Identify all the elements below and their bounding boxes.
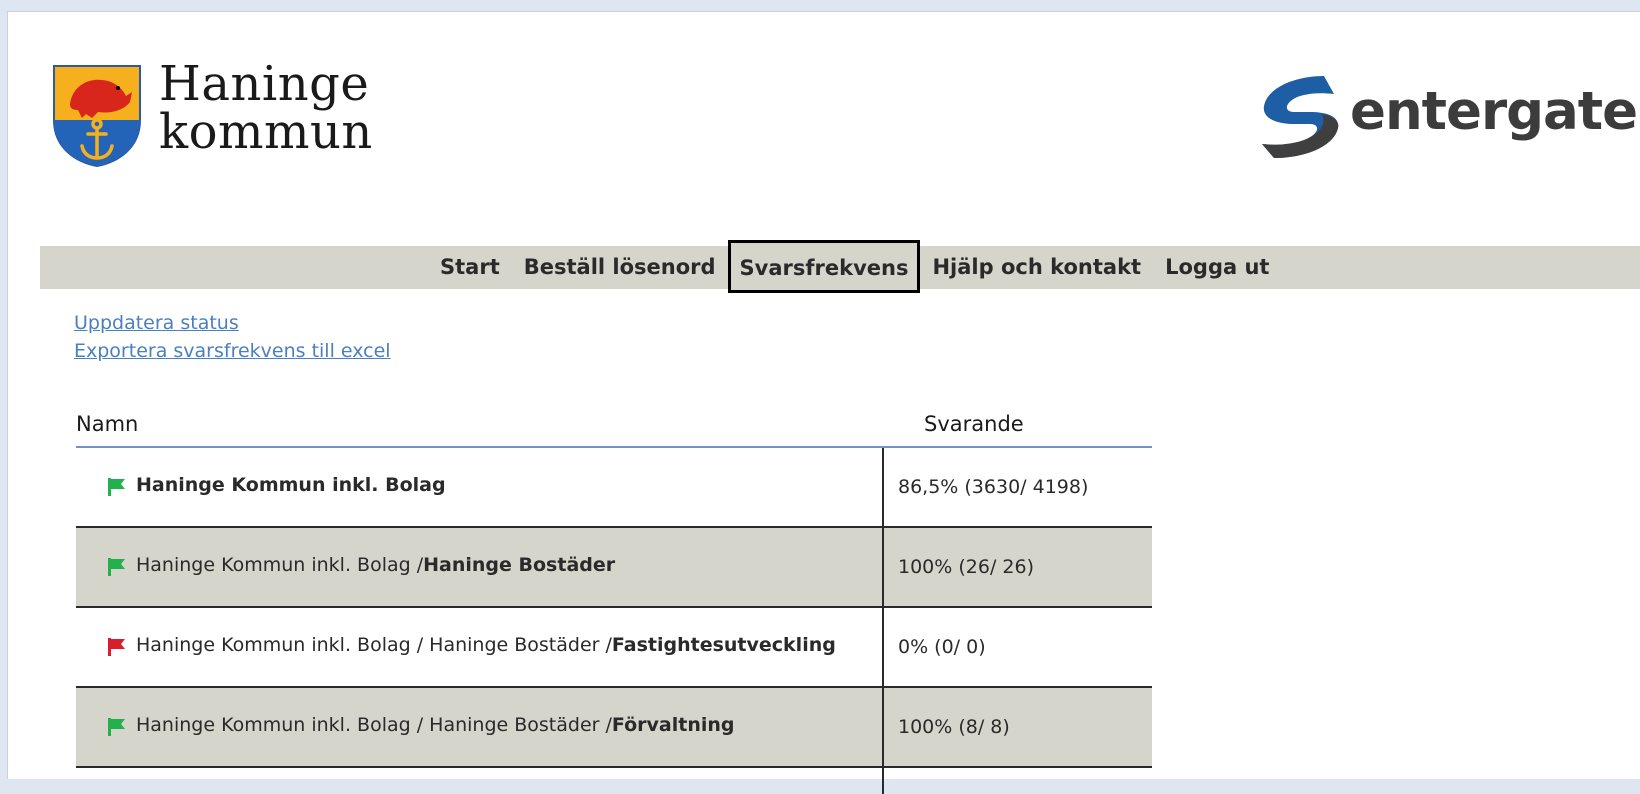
red-flag-icon — [108, 638, 125, 656]
name-cell — [76, 768, 884, 794]
table-row[interactable]: Haninge Kommun inkl. Bolag / Haninge Bos… — [76, 608, 1152, 688]
org-name-line2: kommun — [159, 104, 373, 160]
nav-help-contact[interactable]: Hjälp och kontakt — [920, 246, 1153, 289]
coat-of-arms-icon — [53, 65, 141, 168]
table-row[interactable]: Haninge Kommun inkl. Bolag 86,5% (3630/ … — [76, 448, 1152, 528]
name-cell: Haninge Kommun inkl. Bolag / Haninge Bos… — [76, 688, 884, 766]
unit-name: Haninge Kommun inkl. Bolag /Haninge Bost… — [136, 554, 616, 576]
nav-response-rate[interactable]: Svarsfrekvens — [727, 240, 921, 293]
response-table: Namn Svarande Haninge Kommun inkl. Bolag… — [76, 408, 1152, 794]
responders-cell: 0% (0/ 0) — [898, 636, 986, 658]
nav-start[interactable]: Start — [428, 246, 512, 289]
refresh-status-link[interactable]: Uppdatera status — [74, 312, 239, 334]
table-header: Namn Svarande — [76, 408, 1152, 448]
responders-cell: 100% (8/ 8) — [898, 716, 1010, 738]
export-excel-link[interactable]: Exportera svarsfrekvens till excel — [74, 340, 391, 362]
name-cell: Haninge Kommun inkl. Bolag — [76, 448, 884, 526]
unit-name: Haninge Kommun inkl. Bolag — [136, 474, 446, 496]
responders-cell: 86,5% (3630/ 4198) — [898, 476, 1089, 498]
nav-items: Start Beställ lösenord Svarsfrekvens Hjä… — [428, 240, 1281, 293]
page-frame: Haninge kommun entergate Start Beställ l… — [7, 11, 1640, 794]
nav-order-password[interactable]: Beställ lösenord — [512, 246, 728, 289]
table-row[interactable]: Haninge Kommun inkl. Bolag /Haninge Bost… — [76, 528, 1152, 608]
green-flag-icon — [108, 718, 125, 736]
table-row[interactable] — [76, 768, 1152, 794]
name-cell: Haninge Kommun inkl. Bolag /Haninge Bost… — [76, 528, 884, 606]
name-cell: Haninge Kommun inkl. Bolag / Haninge Bos… — [76, 608, 884, 686]
haninge-kommun-logo: Haninge kommun — [52, 50, 392, 180]
nav-logout[interactable]: Logga ut — [1153, 246, 1281, 289]
vendor-name: entergate — [1350, 81, 1638, 142]
green-flag-icon — [108, 478, 125, 496]
responders-cell: 100% (26/ 26) — [898, 556, 1034, 578]
column-header-name[interactable]: Namn — [76, 412, 138, 436]
unit-name: Haninge Kommun inkl. Bolag / Haninge Bos… — [136, 714, 735, 736]
main-nav: Start Beställ lösenord Svarsfrekvens Hjä… — [40, 240, 1640, 293]
column-header-responders[interactable]: Svarande — [924, 412, 1024, 436]
org-name-line1: Haninge — [159, 56, 370, 112]
org-name: Haninge kommun — [159, 60, 373, 156]
table-row[interactable]: Haninge Kommun inkl. Bolag / Haninge Bos… — [76, 688, 1152, 768]
entergate-logo: entergate — [1254, 72, 1639, 167]
green-flag-icon — [108, 558, 125, 576]
entergate-mark-icon — [1262, 76, 1339, 158]
unit-name: Haninge Kommun inkl. Bolag / Haninge Bos… — [136, 634, 836, 656]
